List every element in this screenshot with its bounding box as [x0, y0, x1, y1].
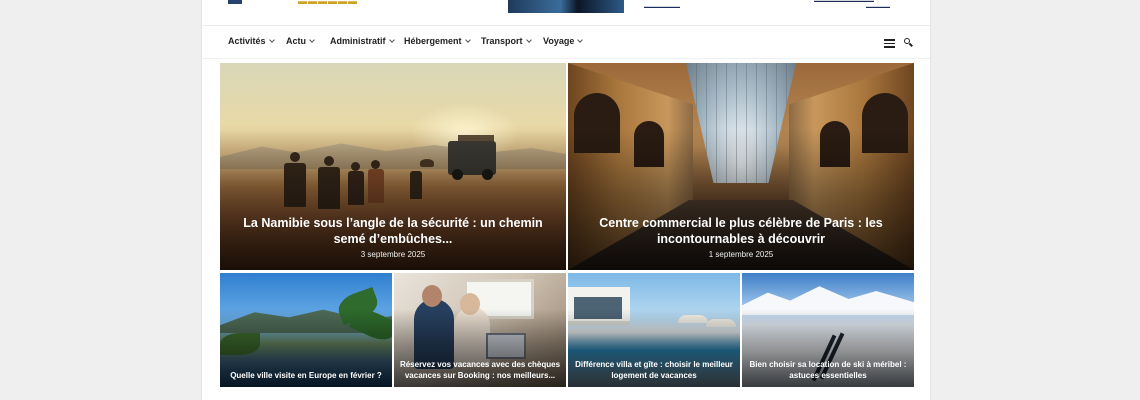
- featured-article-card[interactable]: Centre commercial le plus célèbre de Par…: [568, 63, 914, 270]
- main-navigation: Activités Actu Administratif Hébergement…: [202, 26, 930, 59]
- page-container: ▬▬▬▬▬▬ ▬▬▬▬▬▬▬▬▬ ▬▬▬▬▬▬▬▬▬▬▬▬▬▬▬ ▬▬▬▬▬▬ …: [201, 0, 931, 400]
- ad-banner-tagline: ▬▬▬▬▬▬▬▬▬▬▬▬▬▬▬: [814, 0, 874, 3]
- ad-banner-image[interactable]: [508, 0, 624, 13]
- nav-item-label: Activités: [228, 36, 266, 46]
- ad-banner-brand-secondary: ▬▬▬▬▬▬: [866, 4, 890, 9]
- site-logo[interactable]: [228, 0, 242, 4]
- chevron-down-icon: [268, 36, 275, 43]
- article-title[interactable]: Différence villa et gîte : choisir le me…: [572, 359, 736, 381]
- nav-item-administratif[interactable]: Administratif: [330, 36, 395, 46]
- featured-article-card[interactable]: La Namibie sous l’angle de la sécurité :…: [220, 63, 566, 270]
- article-card[interactable]: Bien choisir sa location de ski à méribe…: [742, 273, 914, 387]
- nav-item-transport[interactable]: Transport: [481, 36, 532, 46]
- nav-item-voyage[interactable]: Voyage: [543, 36, 584, 46]
- article-title[interactable]: Centre commercial le plus célèbre de Par…: [578, 215, 904, 247]
- chevron-down-icon: [577, 36, 584, 43]
- nav-item-activites[interactable]: Activités: [228, 36, 275, 46]
- card-overlay: [568, 129, 914, 270]
- ad-banner-brand: ▬▬▬▬▬▬▬▬▬: [644, 4, 680, 9]
- menu-icon[interactable]: [884, 39, 895, 48]
- article-card[interactable]: Quelle ville visite en Europe en février…: [220, 273, 392, 387]
- card-overlay: [220, 129, 566, 270]
- nav-item-label: Hébergement: [404, 36, 462, 46]
- article-title[interactable]: Quelle ville visite en Europe en février…: [224, 370, 388, 381]
- article-card[interactable]: Différence villa et gîte : choisir le me…: [568, 273, 740, 387]
- chevron-down-icon: [464, 36, 471, 43]
- nav-item-label: Actu: [286, 36, 306, 46]
- article-title[interactable]: Bien choisir sa location de ski à méribe…: [746, 359, 910, 381]
- search-icon[interactable]: [904, 38, 913, 47]
- chevron-down-icon: [388, 36, 395, 43]
- chevron-down-icon: [309, 36, 315, 43]
- nav-item-hebergement[interactable]: Hébergement: [404, 36, 471, 46]
- nav-item-label: Voyage: [543, 36, 575, 46]
- article-date: 3 septembre 2025: [360, 250, 426, 259]
- nav-item-label: Transport: [481, 36, 523, 46]
- article-title[interactable]: La Namibie sous l’angle de la sécurité :…: [230, 215, 556, 247]
- article-title[interactable]: Réservez vos vacances avec des chèques v…: [398, 359, 562, 381]
- top-banner: ▬▬▬▬▬▬ ▬▬▬▬▬▬▬▬▬ ▬▬▬▬▬▬▬▬▬▬▬▬▬▬▬ ▬▬▬▬▬▬: [202, 0, 930, 26]
- nav-item-actu[interactable]: Actu: [286, 36, 315, 46]
- article-card[interactable]: Réservez vos vacances avec des chèques v…: [394, 273, 566, 387]
- site-logo-wordmark: ▬▬▬▬▬▬: [298, 0, 358, 6]
- chevron-down-icon: [525, 36, 532, 43]
- nav-item-label: Administratif: [330, 36, 386, 46]
- article-image-man-head: [422, 285, 442, 307]
- article-date: 1 septembre 2025: [708, 250, 774, 259]
